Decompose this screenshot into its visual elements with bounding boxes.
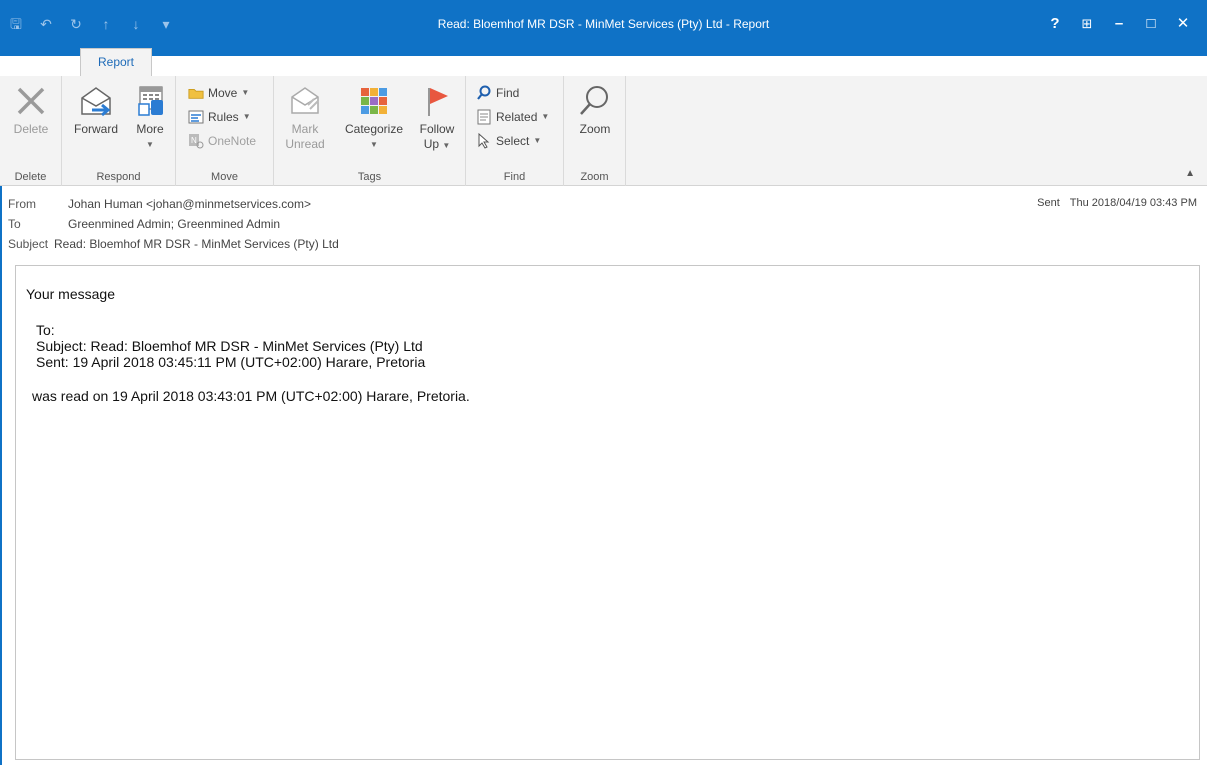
sent-label: Sent xyxy=(1037,197,1060,209)
select-button[interactable]: Select ▼ xyxy=(476,132,541,150)
select-dropdown-icon: ▼ xyxy=(533,136,542,145)
categorize-dropdown-icon: ▼ xyxy=(370,140,378,149)
message-body[interactable]: Your message To: Subject: Read: Bloemhof… xyxy=(15,265,1200,760)
follow-label: Follow xyxy=(419,122,455,136)
sent-row: Sent Thu 2018/04/19 03:43 PM xyxy=(1037,194,1197,212)
flag-icon xyxy=(414,80,460,122)
group-find: Find Related ▼ Select ▼ Find xyxy=(466,76,564,186)
ribbon: Delete Delete Forward More ▼ Respond Mov… xyxy=(0,76,1207,186)
zoom-magnifier-icon xyxy=(570,80,620,122)
mark-label: Mark xyxy=(291,122,319,136)
group-delete: Delete Delete xyxy=(0,76,62,186)
find-button[interactable]: Find xyxy=(476,84,519,102)
more-button[interactable]: More ▼ xyxy=(128,80,172,152)
title-bar: 🖫 ↶ ↻ ↑ ↓ ▾ Read: Bloemhof MR DSR - MinM… xyxy=(0,0,1207,76)
categorize-label: Categorize xyxy=(344,122,404,136)
unread-label: Unread xyxy=(285,137,325,151)
window-left-border xyxy=(0,186,2,765)
group-label-move: Move xyxy=(211,171,238,183)
more-respond-icon xyxy=(128,80,172,122)
up-label: Up ▼ xyxy=(423,137,451,151)
from-value[interactable]: Johan Human <johan@minmetservices.com> xyxy=(68,197,311,211)
svg-text:N: N xyxy=(191,136,197,145)
related-label: Related xyxy=(496,110,538,124)
ribbon-display-options-button[interactable]: ⊞ xyxy=(1071,12,1103,36)
minimize-button[interactable]: – xyxy=(1103,12,1135,36)
onenote-icon: N xyxy=(188,133,204,149)
delete-x-icon xyxy=(6,80,56,122)
subject-row: Subject Read: Bloemhof MR DSR - MinMet Se… xyxy=(8,235,339,253)
forward-icon xyxy=(68,80,124,122)
body-intro: Your message xyxy=(26,286,115,302)
close-button[interactable]: ✕ xyxy=(1167,12,1199,36)
select-cursor-icon xyxy=(476,133,492,149)
group-label-delete: Delete xyxy=(14,171,47,183)
zoom-label: Zoom xyxy=(579,122,611,136)
select-label: Select xyxy=(496,134,530,148)
body-read-receipt: was read on 19 April 2018 03:43:01 PM (U… xyxy=(32,388,470,404)
mark-unread-button[interactable]: Mark Unread xyxy=(282,80,328,152)
rules-dropdown-icon: ▼ xyxy=(242,112,251,121)
maximize-button[interactable]: □ xyxy=(1135,12,1167,36)
group-respond: Forward More ▼ Respond xyxy=(62,76,176,186)
delete-label: Delete xyxy=(13,122,49,136)
zoom-button[interactable]: Zoom xyxy=(570,80,620,137)
onenote-button[interactable]: N OneNote xyxy=(188,132,256,150)
onenote-label: OneNote xyxy=(208,134,257,148)
group-tags: Mark Unread Categorize ▼ Follow Up ▼ Tag… xyxy=(274,76,466,186)
related-document-icon xyxy=(476,109,492,125)
forward-button[interactable]: Forward xyxy=(68,80,124,137)
group-label-find: Find xyxy=(503,171,526,183)
find-magnifier-icon xyxy=(476,85,492,101)
window-controls: ? ⊞ – □ ✕ xyxy=(1039,12,1199,36)
body-subject: Subject: Read: Bloemhof MR DSR - MinMet … xyxy=(36,338,423,354)
mark-unread-icon xyxy=(282,80,328,122)
group-zoom: Zoom Zoom xyxy=(564,76,626,186)
categorize-icon xyxy=(338,80,410,122)
collapse-ribbon-icon[interactable]: ▲ xyxy=(1185,168,1195,179)
forward-label: Forward xyxy=(73,122,118,136)
move-label: Move xyxy=(208,86,238,100)
find-label: Find xyxy=(496,86,520,100)
related-dropdown-icon: ▼ xyxy=(541,112,550,121)
move-button[interactable]: Move ▼ xyxy=(188,84,249,102)
subject-label: Subject xyxy=(8,237,49,251)
move-dropdown-icon: ▼ xyxy=(241,88,250,97)
rules-button[interactable]: Rules ▼ xyxy=(188,108,251,126)
rules-icon xyxy=(188,109,204,125)
body-to: To: xyxy=(36,322,55,338)
tab-report[interactable]: Report xyxy=(80,48,152,76)
group-label-zoom: Zoom xyxy=(580,171,609,183)
body-sent: Sent: 19 April 2018 03:45:11 PM (UTC+02:… xyxy=(36,354,426,370)
follow-up-button[interactable]: Follow Up ▼ xyxy=(414,80,460,153)
categorize-button[interactable]: Categorize ▼ xyxy=(338,80,410,152)
window-title: Read: Bloemhof MR DSR - MinMet Services … xyxy=(437,17,770,31)
to-label: To xyxy=(8,217,21,231)
from-label: From xyxy=(8,197,36,211)
rules-label: Rules xyxy=(208,110,239,124)
to-row: To Greenmined Admin; Greenmined Admin xyxy=(8,215,280,233)
group-label-tags: Tags xyxy=(357,171,382,183)
folder-move-icon xyxy=(188,85,204,101)
help-button[interactable]: ? xyxy=(1039,12,1071,36)
sent-value: Thu 2018/04/19 03:43 PM xyxy=(1069,197,1197,209)
group-label-respond: Respond xyxy=(96,171,141,183)
subject-value: Read: Bloemhof MR DSR - MinMet Services … xyxy=(54,237,339,251)
more-dropdown-icon: ▼ xyxy=(146,140,154,149)
delete-button[interactable]: Delete xyxy=(6,80,56,137)
related-button[interactable]: Related ▼ xyxy=(476,108,549,126)
more-label: More xyxy=(136,122,164,136)
group-move: Move ▼ Rules ▼ N OneNote Move xyxy=(176,76,274,186)
from-row: From Johan Human <johan@minmetservices.co… xyxy=(8,195,311,213)
to-value[interactable]: Greenmined Admin; Greenmined Admin xyxy=(68,217,280,231)
tab-file[interactable]: File xyxy=(8,48,52,76)
